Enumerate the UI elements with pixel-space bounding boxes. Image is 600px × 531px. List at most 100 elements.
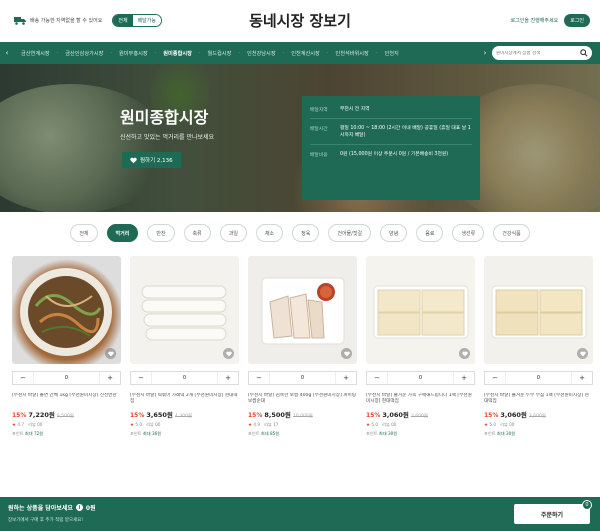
chevron-right-icon[interactable]: ›	[478, 49, 492, 57]
nav-item-market[interactable]: 인천지	[377, 50, 405, 57]
product-name[interactable]: [부천시 바달] 즐거운 두부 부침 1팩 [부천원미시장] 현대떡집	[484, 393, 593, 406]
login-prompt-link[interactable]: 로그인을 진행해주세요	[511, 17, 559, 24]
category-chip[interactable]: 양념	[380, 224, 408, 242]
nav-item-market[interactable]: 인천강남시장	[240, 50, 283, 57]
login-button[interactable]: 로그인	[564, 14, 590, 27]
quantity-value[interactable]: 0	[387, 372, 454, 384]
quantity-value[interactable]: 0	[151, 372, 218, 384]
category-chip[interactable]: 과일	[219, 224, 247, 242]
favorite-button[interactable]	[105, 348, 116, 359]
increase-button[interactable]: +	[100, 372, 120, 384]
increase-button[interactable]: +	[572, 372, 592, 384]
point-row: 포인트 최대 30원	[484, 431, 593, 437]
nav-item-market[interactable]: 인천석바위시장	[328, 50, 375, 57]
point-label: 포인트	[130, 431, 142, 436]
info-label: 배달지역	[310, 108, 328, 113]
quantity-value[interactable]: 0	[269, 372, 336, 384]
category-chip[interactable]: 음료	[416, 224, 444, 242]
rice-cake-illustration	[141, 285, 227, 341]
product-card: − 0 + [부천시 바달] 김북한 보쌈 400g [부천원미시장] 파이팅보…	[248, 256, 357, 437]
category-chip[interactable]: 건어물/젓갈	[328, 224, 372, 242]
product-image[interactable]	[484, 256, 593, 364]
noodle-dish-illustration	[20, 268, 112, 356]
rating-value: 5.0	[135, 422, 143, 427]
increase-button[interactable]: +	[336, 372, 356, 384]
product-name[interactable]: [부천시 바달] 김북한 보쌈 400g [부천원미시장] 파이팅보쌈순대	[248, 393, 357, 406]
header: 배송 가능한 지역없을 할 수 있어요 전체 배달가능 동네시장 장보기 로그인…	[0, 0, 600, 42]
cart-summary-subtext: 장보기에서 구매 후 추가 적립 받으세요!	[8, 518, 84, 523]
point-value: 최대 36원	[142, 431, 162, 436]
nav-item-market[interactable]: 금산연계시장	[14, 50, 57, 57]
decrease-button[interactable]: −	[13, 372, 33, 384]
rating-value: 5.0	[371, 422, 379, 427]
star-icon: ★	[248, 423, 253, 428]
product-image[interactable]	[130, 256, 239, 364]
rating-value: 5.0	[489, 422, 497, 427]
product-image[interactable]	[366, 256, 475, 364]
sale-price: 3,650원	[146, 411, 173, 419]
category-chip[interactable]: 건강식품	[493, 224, 530, 242]
decrease-button[interactable]: −	[131, 372, 151, 384]
point-label: 포인트	[12, 431, 24, 436]
nav-item-market[interactable]: 월드컵시장	[200, 50, 238, 57]
product-card: − 0 + [부천시 바달] 쫄면 간체 1kg [부천원미시장] 신선반찬 1…	[12, 256, 121, 437]
product-name[interactable]: [부천시 바달] 떡볶이 가래떡 2개 [부천원미시장] 현대떡집	[130, 393, 239, 406]
point-row: 포인트 최대 36원	[130, 431, 239, 437]
decrease-button[interactable]: −	[367, 372, 387, 384]
product-name[interactable]: [부천시 바달] 쫄면 간체 1kg [부천원미시장] 신선반찬	[12, 393, 121, 406]
info-icon[interactable]: i	[75, 504, 83, 511]
heart-icon	[130, 157, 137, 163]
category-chip[interactable]: 축류	[183, 224, 211, 242]
like-button[interactable]: 찜하기 2,136	[122, 152, 181, 168]
category-chip[interactable]: 반찬	[147, 224, 175, 242]
boiled-pork-illustration	[261, 277, 345, 345]
heart-icon	[579, 351, 586, 356]
nav-item-market[interactable]: 원미부흥시장	[112, 50, 155, 57]
decrease-button[interactable]: −	[249, 372, 269, 384]
category-chip[interactable]: 정육	[292, 224, 320, 242]
cart-total: 0원	[85, 505, 96, 512]
heart-icon	[343, 351, 350, 356]
point-label: 포인트	[484, 431, 496, 436]
product-card: − 0 + [부천시 바달] 즐거운 두부 부침 1팩 [부천원미시장] 현대떡…	[484, 256, 593, 437]
review-count: 리뷰 00	[382, 422, 397, 427]
cart-summary-bar: 원하는 상품을 담아보세요 i 0원 장보기에서 구매 후 추가 적립 받으세요…	[0, 497, 600, 531]
tofu-illustration	[491, 285, 587, 339]
quantity-value[interactable]: 0	[33, 372, 100, 384]
nav-item-market[interactable]: 금산인삼상가시장	[58, 50, 110, 57]
product-grid: − 0 + [부천시 바달] 쫄면 간체 1kg [부천원미시장] 신선반찬 1…	[12, 256, 593, 437]
star-icon: ★	[12, 423, 17, 428]
nav-item-market[interactable]: 인천계산시장	[284, 50, 327, 57]
category-chip[interactable]: 채소	[255, 224, 284, 242]
point-value: 최대 30원	[378, 431, 398, 436]
category-chip-active[interactable]: 먹거리	[106, 224, 139, 242]
heart-icon	[225, 351, 232, 356]
category-chip[interactable]: 생선류	[452, 224, 485, 242]
increase-button[interactable]: +	[454, 372, 474, 384]
price-row: 15% 3,060원 3,600원	[366, 409, 475, 419]
rating-row: ★ 5.0 리뷰 00	[130, 422, 239, 428]
favorite-button[interactable]	[223, 348, 234, 359]
increase-button[interactable]: +	[218, 372, 238, 384]
favorite-button[interactable]	[341, 348, 352, 359]
category-chip[interactable]: 전체	[70, 224, 98, 242]
product-name[interactable]: [부천시 바달] 즐거운 가족 구매해드립니다 1팩 [부천원미시장] 현대떡집	[366, 393, 475, 406]
search-input[interactable]	[496, 50, 580, 56]
product-image[interactable]	[12, 256, 121, 364]
product-image[interactable]	[248, 256, 357, 364]
price-row: 15% 3,650원 4,300원	[130, 409, 239, 419]
nav-item-market-active[interactable]: 원미종합시장	[156, 50, 199, 57]
favorite-button[interactable]	[459, 348, 470, 359]
decrease-button[interactable]: −	[485, 372, 505, 384]
point-row: 포인트 최대 30원	[366, 431, 475, 437]
market-title: 원미종합시장	[120, 108, 209, 127]
cart-summary-title: 원하는 상품을 담아보세요 i 0원	[8, 503, 96, 512]
search-icon[interactable]	[580, 49, 588, 57]
order-button[interactable]: 주문하기	[514, 504, 590, 524]
info-row-cost: 배달비용 0원 (15,000원 이상 주문시 0원 / 기본배송비 3천원)	[310, 151, 472, 158]
star-icon: ★	[484, 423, 489, 428]
favorite-button[interactable]	[577, 348, 588, 359]
chevron-left-icon[interactable]: ‹	[0, 49, 14, 57]
discount-rate: 15%	[130, 412, 145, 419]
quantity-value[interactable]: 0	[505, 372, 572, 384]
